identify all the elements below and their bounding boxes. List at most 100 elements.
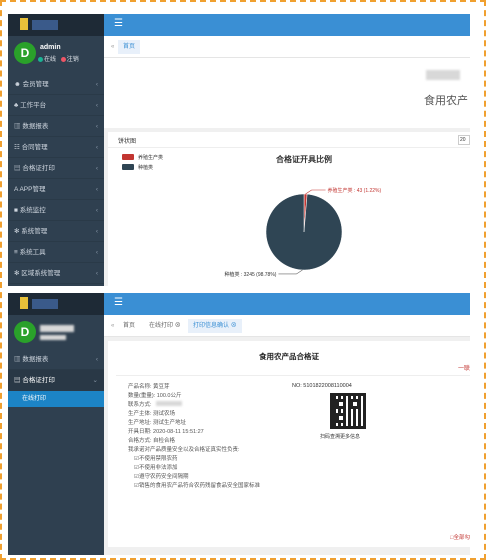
list-icon: ☷ bbox=[14, 144, 22, 151]
producer-address: 生产地址: 测试生产地址 bbox=[128, 420, 187, 426]
menu-toggle-icon[interactable]: ☰ bbox=[114, 297, 123, 309]
sidebar-item-monitor[interactable]: ■ 系统监控 ‹ bbox=[8, 200, 104, 221]
contact-label: 联系方式: bbox=[128, 402, 152, 408]
menu-toggle-icon[interactable]: ☰ bbox=[114, 18, 123, 30]
sidebar-item-label: 区域系统管理 bbox=[21, 270, 61, 277]
qualification-method: 合格方式: 自检合格 bbox=[128, 438, 176, 444]
product-name: 产品名称: 黄豆芽 bbox=[128, 384, 170, 390]
chart-panel-label: 饼状图 bbox=[118, 139, 137, 145]
label-leader-line bbox=[305, 189, 326, 195]
chart-title: 合格证开具比例 bbox=[275, 154, 332, 164]
sidebar-item-reports[interactable]: ▥ 数据报表 ‹ bbox=[8, 349, 104, 370]
sidebar-item-label: 系统管理 bbox=[21, 228, 48, 235]
chevron-down-icon: ⌄ bbox=[92, 377, 98, 384]
legend-swatch bbox=[122, 164, 134, 170]
sidebar-item-label: 系统监控 bbox=[19, 207, 46, 214]
qr-caption: 扫码查溯更多信息 bbox=[320, 434, 361, 440]
sidebar: D ▥ 数据报表 ‹ ▤ 合格证打印 ⌄ 在线打印 bbox=[8, 293, 104, 555]
tab-print-confirm[interactable]: 打印信息确认 ⊗ bbox=[188, 319, 242, 333]
chevron-left-icon: ‹ bbox=[95, 356, 98, 363]
producer: 生产主体: 测试农场 bbox=[128, 411, 176, 417]
user-panel: D bbox=[8, 315, 104, 351]
chevron-left-icon: ‹ bbox=[95, 144, 98, 151]
user-name: admin bbox=[40, 44, 61, 51]
user-icon: ☻ bbox=[14, 81, 23, 88]
sidebar-item-system[interactable]: ✻ 系统管理 ‹ bbox=[8, 221, 104, 242]
redacted-contact bbox=[155, 401, 182, 406]
sidebar-item-label: 合格证打印 bbox=[22, 377, 55, 384]
legend-label: 种植类 bbox=[138, 164, 153, 171]
certificate-number: NO: 5101822008110004 bbox=[292, 383, 352, 389]
banner-panel: 食用农产 bbox=[104, 58, 470, 128]
tab-home[interactable]: 首页 bbox=[118, 319, 140, 333]
tab-home[interactable]: 首页 bbox=[118, 40, 141, 54]
promise-item: ☑不使用禁限农药 bbox=[134, 456, 178, 462]
online-label: 在线 bbox=[44, 57, 57, 63]
data-label: 种植类 : 3245 (98.78%) bbox=[224, 271, 276, 278]
chevron-left-icon: ‹ bbox=[95, 81, 98, 88]
sidebar-item-workbench[interactable]: ♣ 工作平台 ‹ bbox=[8, 95, 104, 116]
chevron-left-icon: ‹ bbox=[95, 249, 98, 256]
legend-label: 养殖生产类 bbox=[138, 154, 163, 161]
chevron-left-icon: ‹ bbox=[95, 228, 98, 235]
chevron-left-icon: ‹ bbox=[95, 270, 98, 277]
product-quantity: 数量(重量): 100.0公斤 bbox=[128, 393, 182, 399]
close-icon[interactable]: ⊗ bbox=[175, 323, 181, 329]
logout-dot-icon bbox=[60, 56, 66, 62]
label-leader-line bbox=[278, 269, 303, 275]
chevron-left-icon: ‹ bbox=[95, 207, 98, 214]
promise-item: ☑销售的食用农产品符合农药残留食品安全国家标准 bbox=[134, 483, 260, 489]
logo bbox=[8, 14, 104, 36]
logout-link[interactable]: 注销 bbox=[67, 57, 79, 63]
avatar[interactable]: D bbox=[14, 321, 36, 343]
top-navbar: ☰ bbox=[104, 14, 470, 36]
sidebar-item-label: 工作平台 bbox=[20, 102, 47, 109]
user-status: 在线 注销 bbox=[38, 54, 79, 63]
chevron-left-icon: ‹ bbox=[95, 165, 98, 172]
certificate-title: 食用农产品合格证 bbox=[259, 352, 319, 361]
sidebar-item-cert-print[interactable]: ▤ 合格证打印 ⌄ bbox=[8, 370, 104, 391]
certificate-panel: 食用农产品合格证 一联 NO: 5101822008110004 扫码查溯更多信… bbox=[108, 341, 470, 547]
tab-label: 打印信息确认 bbox=[193, 323, 230, 329]
avatar[interactable]: D bbox=[14, 42, 36, 64]
online-dot-icon bbox=[38, 56, 43, 62]
top-navbar: ☰ bbox=[104, 293, 470, 315]
sidebar-item-label: 会员管理 bbox=[22, 81, 49, 88]
logo bbox=[8, 293, 104, 315]
data-label: 养殖生产类 : 43 (1.22%) bbox=[328, 187, 382, 194]
tab-bar: « 首页 bbox=[104, 36, 470, 58]
screenshot-dashboard: D admin 在线 注销 ☻ 会员管理 ‹ ♣ 工作平台 ‹ ▥ 数据报表 ‹ ☷ … bbox=[8, 14, 470, 286]
sidebar-menu: ▥ 数据报表 ‹ ▤ 合格证打印 ⌄ 在线打印 bbox=[8, 349, 104, 407]
promise-item: ☑不使用非法添加 bbox=[134, 465, 178, 471]
sidebar-menu: ☻ 会员管理 ‹ ♣ 工作平台 ‹ ▥ 数据报表 ‹ ☷ 合同管理 ‹ ▤ 合格证打印 ‹… bbox=[8, 74, 104, 284]
sidebar-item-reports[interactable]: ▥ 数据报表 ‹ bbox=[8, 116, 104, 137]
qr-code bbox=[330, 393, 366, 429]
redacted-status bbox=[40, 335, 66, 340]
sidebar-subitem-online-print[interactable]: 在线打印 bbox=[8, 391, 104, 407]
promise-title: 我承诺对产品质量安全以及合格证真实性负责: bbox=[128, 447, 240, 453]
pie-chart: 合格证开具比例 养殖生产类种植类养殖生产类 : 43 (1.22%) 种植类 : 3… bbox=[122, 154, 382, 278]
sidebar-item-label: 系统工具 bbox=[19, 249, 46, 256]
sidebar-item-contract[interactable]: ☷ 合同管理 ‹ bbox=[8, 137, 104, 158]
tab-bar: « 首页 在线打印 ⊗ 打印信息确认 ⊗ bbox=[104, 315, 470, 337]
issue-date: 开具日期: 2020-08-11 15:51:27 bbox=[128, 429, 204, 435]
pie-slice bbox=[265, 193, 343, 271]
close-icon[interactable]: ⊗ bbox=[231, 323, 237, 329]
sidebar-item-app[interactable]: A APP管理 ‹ bbox=[8, 179, 104, 200]
sidebar-item-label: 数据报表 bbox=[22, 123, 49, 130]
chevron-left-icon: ‹ bbox=[95, 123, 98, 130]
banner-title: 食用农产 bbox=[424, 95, 468, 107]
select-all-link[interactable]: □全部勾 bbox=[450, 533, 470, 541]
sidebar: D admin 在线 注销 ☻ 会员管理 ‹ ♣ 工作平台 ‹ ▥ 数据报表 ‹ ☷ … bbox=[8, 14, 104, 286]
sidebar-item-region[interactable]: ✻ 区域系统管理 ‹ bbox=[8, 263, 104, 284]
redacted-user bbox=[40, 325, 74, 332]
chevron-left-icon: ‹ bbox=[95, 186, 98, 193]
sidebar-item-cert-print[interactable]: ▤ 合格证打印 ‹ bbox=[8, 158, 104, 179]
sidebar-item-label: APP管理 bbox=[19, 186, 46, 193]
sidebar-item-member[interactable]: ☻ 会员管理 ‹ bbox=[8, 74, 104, 95]
tab-online-print[interactable]: 在线打印 ⊗ bbox=[144, 319, 186, 333]
redacted-block bbox=[426, 70, 460, 80]
sidebar-item-tools[interactable]: ≡ 系统工具 ‹ bbox=[8, 242, 104, 263]
period-select[interactable]: 20 bbox=[458, 135, 470, 145]
user-panel: D admin 在线 注销 bbox=[8, 36, 104, 72]
